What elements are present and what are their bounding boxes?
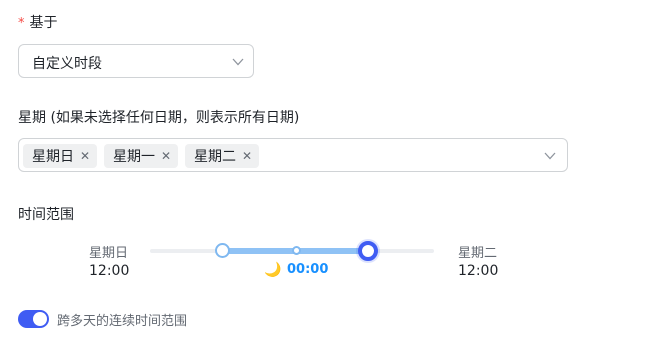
range-start-time: 12:00: [89, 263, 130, 279]
chevron-down-icon[interactable]: [544, 152, 556, 160]
range-midpoint-marker: [292, 246, 301, 255]
weekday-tag-label: 星期日: [32, 149, 74, 165]
based-on-label: * 基于: [18, 12, 58, 32]
toggle-knob: [33, 312, 47, 326]
range-start-day: 星期日: [89, 246, 129, 261]
time-range-label: 时间范围: [18, 207, 74, 223]
weekdays-multiselect[interactable]: 星期日 ✕ 星期一 ✕ 星期二 ✕: [18, 138, 568, 172]
moon-icon: 🌙: [264, 262, 282, 278]
close-icon[interactable]: ✕: [161, 150, 171, 162]
based-on-label-text: 基于: [29, 15, 58, 31]
required-mark: *: [18, 16, 25, 31]
weekday-tag-monday: 星期一 ✕: [104, 144, 179, 168]
continuous-range-label: 跨多天的连续时间范围: [57, 314, 188, 329]
range-end-time: 12:00: [458, 263, 499, 279]
weekday-tag-tuesday: 星期二 ✕: [185, 144, 260, 168]
continuous-range-toggle[interactable]: [18, 310, 49, 328]
range-start-handle[interactable]: [215, 243, 230, 258]
close-icon[interactable]: ✕: [242, 150, 252, 162]
range-end-handle[interactable]: [358, 241, 378, 261]
weekday-tag-label: 星期二: [194, 149, 236, 165]
weekdays-label: 星期 (如果未选择任何日期，则表示所有日期): [18, 110, 300, 126]
midpoint-time: 00:00: [287, 262, 329, 277]
close-icon[interactable]: ✕: [80, 150, 90, 162]
based-on-selected-value: 自定义时段: [32, 56, 102, 72]
range-end-day: 星期二: [458, 246, 498, 261]
weekday-tag-sunday: 星期日 ✕: [23, 144, 98, 168]
chevron-down-icon: [232, 58, 244, 66]
based-on-select[interactable]: 自定义时段: [18, 44, 254, 78]
weekday-tag-label: 星期一: [113, 149, 155, 165]
